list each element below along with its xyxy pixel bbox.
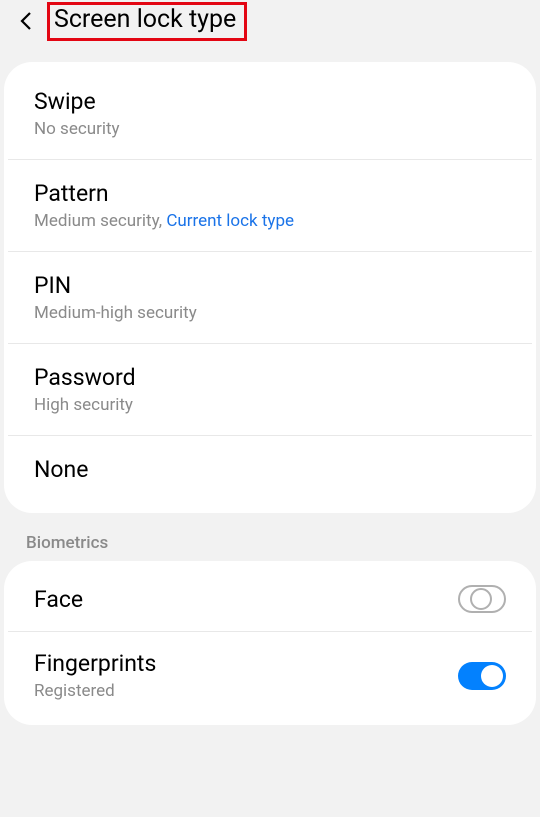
biometrics-card: Face Fingerprints Registered	[4, 561, 536, 725]
lock-type-none[interactable]: None	[8, 436, 532, 507]
lock-type-subtitle: Medium-high security	[34, 303, 506, 323]
title-highlight: Screen lock type	[47, 2, 247, 41]
lock-type-title: Pattern	[34, 180, 506, 207]
lock-type-password[interactable]: Password High security	[8, 344, 532, 436]
lock-type-pattern[interactable]: Pattern Medium security, Current lock ty…	[8, 160, 532, 252]
toggle-track-on	[458, 662, 506, 690]
lock-type-title: None	[34, 456, 506, 483]
biometric-title: Fingerprints	[34, 650, 458, 677]
biometrics-header: Biometrics	[0, 513, 540, 561]
current-lock-label: Current lock type	[166, 211, 294, 231]
lock-type-swipe[interactable]: Swipe No security	[8, 68, 532, 160]
lock-type-title: PIN	[34, 272, 506, 299]
lock-type-subtitle: High security	[34, 395, 506, 415]
lock-type-title: Swipe	[34, 88, 506, 115]
biometric-face[interactable]: Face	[8, 567, 532, 632]
face-toggle[interactable]	[458, 585, 506, 613]
lock-type-pin[interactable]: PIN Medium-high security	[8, 252, 532, 344]
biometric-text: Fingerprints Registered	[34, 650, 458, 701]
app-header: Screen lock type	[0, 0, 540, 50]
page-title: Screen lock type	[54, 5, 236, 34]
lock-type-subtitle: No security	[34, 119, 506, 139]
toggle-track-off	[458, 585, 506, 613]
lock-type-title: Password	[34, 364, 506, 391]
toggle-thumb	[470, 588, 492, 610]
lock-types-card: Swipe No security Pattern Medium securit…	[4, 62, 536, 513]
lock-type-subtitle: Medium security, Current lock type	[34, 211, 506, 231]
back-icon[interactable]	[15, 9, 39, 33]
biometric-fingerprints[interactable]: Fingerprints Registered	[8, 632, 532, 719]
fingerprints-toggle[interactable]	[458, 662, 506, 690]
toggle-thumb	[481, 665, 503, 687]
biometric-subtitle: Registered	[34, 681, 458, 701]
biometric-text: Face	[34, 586, 458, 613]
biometric-title: Face	[34, 586, 458, 613]
